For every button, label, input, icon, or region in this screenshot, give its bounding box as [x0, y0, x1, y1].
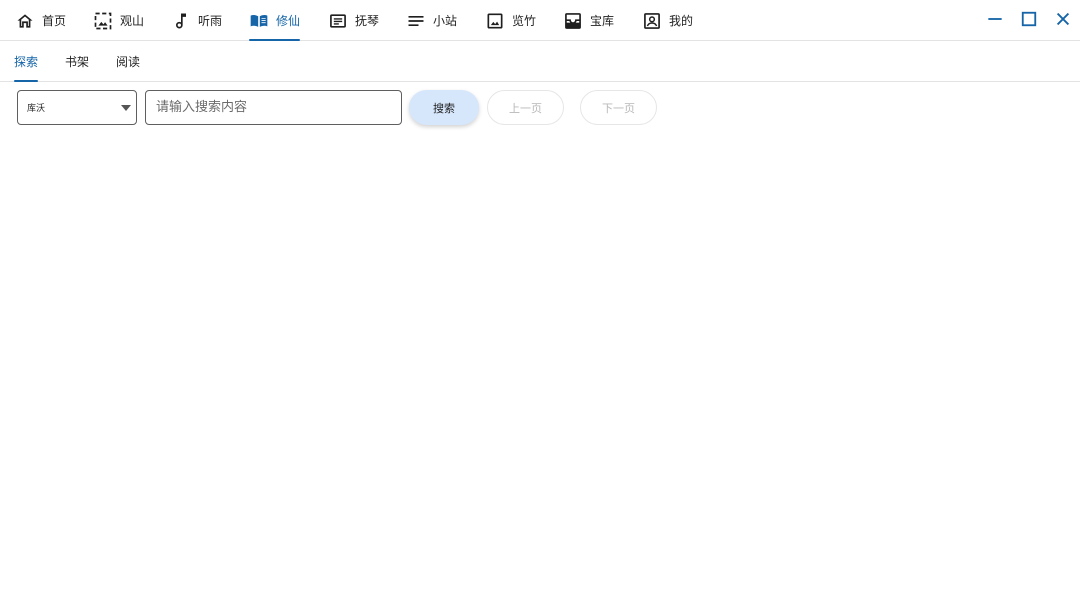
- nav-item-fuqin[interactable]: 抚琴: [328, 0, 379, 41]
- sub-tab-bar: 探索 书架 阅读: [0, 41, 1080, 82]
- nav-item-tingyu[interactable]: 听雨: [171, 0, 222, 41]
- nav-item-xiuxian[interactable]: 修仙: [249, 0, 301, 41]
- nav-item-wode[interactable]: 我的: [642, 0, 693, 41]
- close-button[interactable]: [1051, 9, 1075, 33]
- inbox-tray-icon: [563, 11, 583, 31]
- music-note-icon: [171, 11, 191, 31]
- search-input[interactable]: [145, 90, 402, 125]
- close-icon: [1053, 9, 1073, 33]
- tab-label: 阅读: [116, 55, 141, 69]
- nav-label: 我的: [669, 14, 694, 28]
- source-select[interactable]: 库沃: [17, 90, 137, 125]
- account-box-icon: [642, 11, 662, 31]
- nav-label: 抚琴: [355, 14, 380, 28]
- nav-item-home[interactable]: 首页: [15, 0, 66, 41]
- maximize-icon: [1019, 9, 1039, 33]
- home-icon: [15, 11, 35, 31]
- nav-item-baoku[interactable]: 宝库: [563, 0, 614, 41]
- next-page-button[interactable]: 下一页: [580, 90, 657, 125]
- landscape-frame-icon: [93, 11, 113, 31]
- notes-icon: [406, 11, 426, 31]
- search-button[interactable]: 搜索: [409, 90, 479, 125]
- nav-label: 宝库: [590, 14, 615, 28]
- tab-explore[interactable]: 探索: [14, 41, 39, 82]
- article-icon: [328, 11, 348, 31]
- nav-item-xiaozhan[interactable]: 小站: [406, 0, 457, 41]
- minimize-button[interactable]: [983, 9, 1007, 33]
- nav-label: 修仙: [276, 14, 301, 28]
- tab-bookshelf[interactable]: 书架: [65, 41, 89, 82]
- book-open-icon: [249, 11, 269, 31]
- nav-item-guanshan[interactable]: 观山: [93, 0, 144, 41]
- tab-label: 书架: [65, 55, 90, 69]
- prev-page-button[interactable]: 上一页: [487, 90, 564, 125]
- image-icon: [485, 11, 505, 31]
- maximize-button[interactable]: [1017, 9, 1041, 33]
- top-navigation-bar: 首页 观山 听雨 修仙 抚琴 小站 览竹 宝库 我的: [0, 0, 1080, 41]
- source-select-value: 库沃: [27, 104, 46, 114]
- nav-label: 小站: [433, 14, 458, 28]
- tab-reading[interactable]: 阅读: [116, 41, 140, 82]
- caret-down-icon: [121, 104, 131, 112]
- nav-label: 听雨: [198, 14, 223, 28]
- nav-item-lanzhu[interactable]: 览竹: [485, 0, 536, 41]
- nav-label: 首页: [42, 14, 67, 28]
- nav-label: 观山: [120, 14, 145, 28]
- minimize-icon: [985, 9, 1005, 33]
- tab-label: 探索: [14, 55, 39, 69]
- nav-label: 览竹: [512, 14, 537, 28]
